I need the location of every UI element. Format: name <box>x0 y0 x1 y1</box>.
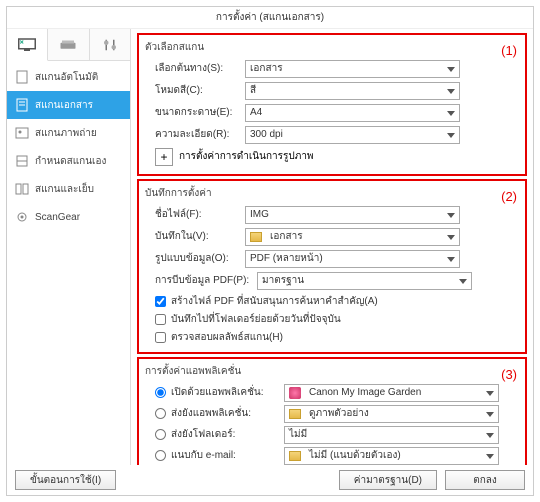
radio-open-with[interactable] <box>155 387 166 398</box>
label-save-in: บันทึกใน(V): <box>145 229 245 244</box>
custom-icon <box>15 154 29 168</box>
check-review-results[interactable]: ตรวจสอบผลลัพธ์สแกน(H) <box>145 328 519 346</box>
checkbox[interactable] <box>155 332 166 343</box>
scan-options-region: (1) ตัวเลือกสแกน เลือกต้นทาง(S):เอกสาร โ… <box>137 33 527 176</box>
doc-icon <box>15 98 29 112</box>
select-attach-email[interactable]: ไม่มี (แนบด้วยตัวเอง) <box>284 447 499 465</box>
label-source: เลือกต้นทาง(S): <box>145 61 245 76</box>
radio-send-to-folder[interactable] <box>155 429 166 440</box>
nav-scan-photo[interactable]: สแกนภาพถ่าย <box>7 119 130 147</box>
region-marker-1: (1) <box>501 43 517 58</box>
label-paper-size: ขนาดกระดาษ(E): <box>145 105 245 120</box>
window-title: การตั้งค่า (สแกนเอกสาร) <box>7 7 533 29</box>
defaults-button[interactable]: ค่ามาตรฐาน(D) <box>339 470 437 490</box>
radio-attach-email[interactable] <box>155 450 166 461</box>
select-resolution[interactable]: 300 dpi <box>245 126 460 144</box>
photo-icon <box>15 126 29 140</box>
label-pdf-compression: การบีบข้อมูล PDF(P): <box>145 273 257 288</box>
nav-label: สแกนภาพถ่าย <box>35 126 97 141</box>
checkbox[interactable] <box>155 296 166 307</box>
nav-label: สแกนเอกสาร <box>35 98 93 113</box>
radio-send-to-app[interactable] <box>155 408 166 419</box>
tab-scan-to-pc[interactable] <box>7 29 48 61</box>
app-icon <box>289 387 301 399</box>
sidebar: สแกนอัตโนมัติ สแกนเอกสาร สแกนภาพถ่าย กำห… <box>7 29 131 465</box>
nav-label: กำหนดสแกนเอง <box>35 154 106 169</box>
label-filename: ชื่อไฟล์(F): <box>145 207 245 222</box>
save-settings-region: (2) บันทึกการตั้งค่า ชื่อไฟล์(F):IMG บัน… <box>137 179 527 354</box>
nav-label: สแกนอัตโนมัติ <box>35 70 98 85</box>
select-filename[interactable]: IMG <box>245 206 460 224</box>
section-title: ตัวเลือกสแกน <box>145 40 519 55</box>
doc-icon <box>15 70 29 84</box>
check-subfolder-date[interactable]: บันทึกไปที่โฟลเดอร์ย่อยด้วยวันที่ปัจจุบั… <box>145 310 519 328</box>
select-source[interactable]: เอกสาร <box>245 60 460 78</box>
instructions-button[interactable]: ขั้นตอนการใช้(I) <box>15 470 116 490</box>
check-pdf-keyword[interactable]: สร้างไฟล์ PDF ที่สนับสนุนการค้นหาคำสำคัญ… <box>145 292 519 310</box>
region-marker-2: (2) <box>501 189 517 204</box>
select-open-with[interactable]: Canon My Image Garden <box>284 384 499 402</box>
stitch-icon <box>15 182 29 196</box>
gear-icon <box>15 210 29 224</box>
section-title: บันทึกการตั้งค่า <box>145 186 519 201</box>
folder-icon <box>289 451 301 461</box>
select-pdf-compression[interactable]: มาตรฐาน <box>257 272 472 290</box>
nav-label: สแกนและเย็บ <box>35 182 94 197</box>
nav-scangear[interactable]: ScanGear <box>7 203 130 231</box>
nav-scan-document[interactable]: สแกนเอกสาร <box>7 91 130 119</box>
select-send-to-app[interactable]: ดูภาพตัวอย่าง <box>284 405 499 423</box>
sliders-icon <box>101 38 119 52</box>
label-color-mode: โหมดสี(C): <box>145 83 245 98</box>
select-paper-size[interactable]: A4 <box>245 104 460 122</box>
select-send-to-folder[interactable]: ไม่มี <box>284 426 499 444</box>
label-image-processing: การตั้งค่าการดำเนินการรูปภาพ <box>179 149 314 164</box>
nav-scan-stitch[interactable]: สแกนและเย็บ <box>7 175 130 203</box>
tab-scanner[interactable] <box>48 29 89 60</box>
select-data-format[interactable]: PDF (หลายหน้า) <box>245 250 460 268</box>
nav-auto-scan[interactable]: สแกนอัตโนมัติ <box>7 63 130 91</box>
dialog-footer: ขั้นตอนการใช้(I) ค่ามาตรฐาน(D) ตกลง <box>7 465 533 495</box>
nav-label: ScanGear <box>35 212 80 223</box>
region-marker-3: (3) <box>501 367 517 382</box>
app-settings-region: (3) การตั้งค่าแอพพลิเคชั่น เปิดด้วยแอพพล… <box>137 357 527 465</box>
section-title: การตั้งค่าแอพพลิเคชั่น <box>145 364 519 379</box>
scanner-icon <box>59 38 77 52</box>
main-panel: (1) ตัวเลือกสแกน เลือกต้นทาง(S):เอกสาร โ… <box>131 29 533 465</box>
ok-button[interactable]: ตกลง <box>445 470 525 490</box>
monitor-icon <box>18 38 36 52</box>
nav-list: สแกนอัตโนมัติ สแกนเอกสาร สแกนภาพถ่าย กำห… <box>7 61 130 231</box>
folder-icon <box>289 409 301 419</box>
checkbox[interactable] <box>155 314 166 325</box>
nav-custom-scan[interactable]: กำหนดสแกนเอง <box>7 147 130 175</box>
top-tabs <box>7 29 130 61</box>
expand-image-processing[interactable]: + <box>155 148 173 166</box>
select-color-mode[interactable]: สี <box>245 82 460 100</box>
label-data-format: รูปแบบข้อมูล(O): <box>145 251 245 266</box>
label-resolution: ความละเอียด(R): <box>145 127 245 142</box>
tab-settings[interactable] <box>90 29 130 60</box>
select-save-in[interactable]: เอกสาร <box>245 228 460 246</box>
folder-icon <box>250 232 262 242</box>
